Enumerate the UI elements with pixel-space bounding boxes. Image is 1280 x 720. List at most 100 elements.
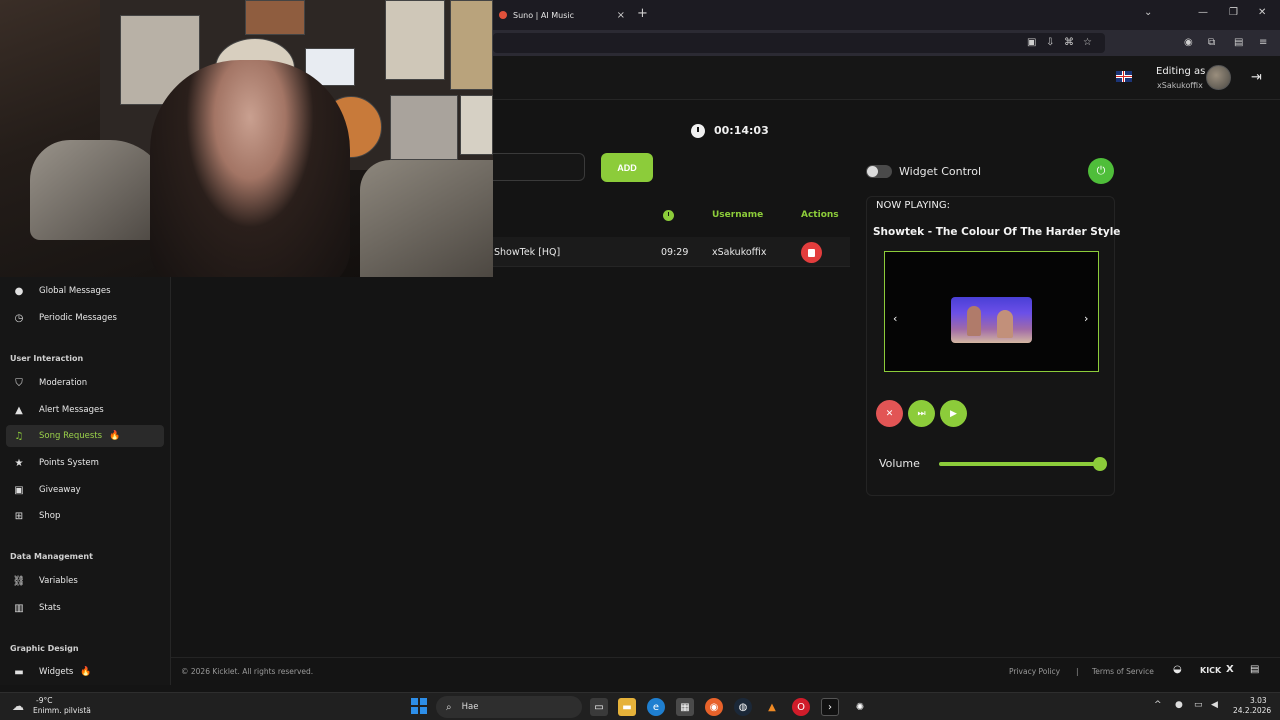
link-icon: ⛓ bbox=[12, 575, 26, 587]
chat-bubble-icon: ● bbox=[14, 285, 24, 297]
taskbar-search[interactable]: ⌕ Hae bbox=[436, 696, 582, 718]
restore-window-button[interactable]: ❐ bbox=[1229, 7, 1238, 18]
start-button[interactable] bbox=[411, 698, 427, 714]
taskbar: ☁ -9°C Enimm. pilvistä ⌕ Hae ▭ ▬ e ▦ ◉ ◍… bbox=[0, 692, 1280, 720]
logout-icon[interactable]: ⇥ bbox=[1251, 70, 1262, 85]
sidebar-item-widgets[interactable]: ▬ Widgets 🔥 bbox=[6, 661, 164, 683]
song-title: ShowTek [HQ] bbox=[494, 247, 561, 258]
weather-description: Enimm. pilvistä bbox=[33, 706, 91, 715]
widget-control-label: Widget Control bbox=[899, 165, 981, 178]
sidebar-item-label: Variables bbox=[39, 576, 78, 586]
sidebar-item-song-requests[interactable]: ♫ Song Requests 🔥 bbox=[6, 425, 164, 447]
task-view-icon[interactable]: ▭ bbox=[590, 698, 608, 716]
duration-column-clock-icon bbox=[663, 210, 674, 221]
account-icon[interactable]: ◉ bbox=[1184, 37, 1193, 48]
stop-button[interactable]: ✕ bbox=[876, 400, 903, 427]
sidebar-item-giveaway[interactable]: ▣ Giveaway bbox=[6, 479, 164, 501]
menu-icon[interactable]: ≡ bbox=[1259, 37, 1267, 48]
steam-icon[interactable]: ◍ bbox=[734, 698, 752, 716]
terms-of-service-link[interactable]: Terms of Service bbox=[1092, 667, 1154, 676]
close-window-button[interactable]: ✕ bbox=[1258, 7, 1266, 18]
play-button[interactable]: ▶ bbox=[940, 400, 967, 427]
volume-icon[interactable]: ◀ bbox=[1211, 700, 1218, 710]
weather-temperature: -9°C bbox=[36, 696, 53, 705]
store-icon[interactable]: ▦ bbox=[676, 698, 694, 716]
bookmark-star-icon[interactable]: ☆ bbox=[1083, 37, 1092, 48]
clock-icon bbox=[691, 124, 705, 138]
minimize-window-button[interactable]: — bbox=[1198, 7, 1208, 18]
webcam-poster bbox=[390, 95, 458, 160]
power-button[interactable]: ⏻ bbox=[1088, 158, 1114, 184]
tab-close-icon[interactable]: × bbox=[617, 10, 625, 21]
delete-song-button[interactable] bbox=[801, 242, 822, 263]
sidebar-item-moderation[interactable]: ⛉ Moderation bbox=[6, 372, 164, 394]
next-video-icon[interactable]: › bbox=[1084, 312, 1088, 325]
sidebar-item-stats[interactable]: ▥ Stats bbox=[6, 597, 164, 619]
sidebar-item-label: Moderation bbox=[39, 378, 88, 388]
firefox-icon[interactable]: ◉ bbox=[705, 698, 723, 716]
previous-video-icon[interactable]: ‹ bbox=[893, 312, 897, 325]
song-requester: xSakukoffix bbox=[712, 247, 767, 258]
sidebar-item-periodic-messages[interactable]: ◷ Periodic Messages bbox=[6, 307, 164, 329]
volume-fill bbox=[939, 462, 1101, 466]
sidebar-section-data-management: Data Management bbox=[10, 552, 93, 561]
sidebar-item-label: Global Messages bbox=[39, 286, 111, 296]
clock-icon: ◷ bbox=[14, 312, 24, 324]
search-placeholder: Hae bbox=[461, 702, 479, 712]
column-header-actions: Actions bbox=[801, 210, 839, 220]
browser-tab[interactable]: Suno | AI Music × bbox=[493, 4, 631, 26]
screenshot-icon[interactable]: ▣ bbox=[1027, 37, 1036, 48]
uk-flag-icon[interactable] bbox=[1116, 71, 1132, 82]
opera-icon[interactable]: O bbox=[792, 698, 810, 716]
song-duration: 09:29 bbox=[661, 247, 689, 258]
close-circle-icon: ✕ bbox=[885, 408, 894, 419]
now-playing-label: NOW PLAYING: bbox=[876, 200, 950, 211]
sidebar-item-global-messages[interactable]: ● Global Messages bbox=[6, 280, 164, 302]
sidebar-section-graphic-design: Graphic Design bbox=[10, 644, 79, 653]
file-explorer-icon[interactable]: ▬ bbox=[618, 698, 636, 716]
tab-list-dropdown-icon[interactable]: ⌄ bbox=[1144, 7, 1152, 18]
gift-icon: ▣ bbox=[14, 484, 24, 496]
download-icon[interactable]: ⇩ bbox=[1046, 37, 1054, 48]
sidebar-item-alert-messages[interactable]: ▲ Alert Messages bbox=[6, 399, 164, 421]
webcam-poster bbox=[450, 0, 493, 90]
add-song-button[interactable]: ADD bbox=[601, 153, 653, 182]
edge-icon[interactable]: e bbox=[647, 698, 665, 716]
avatar[interactable] bbox=[1206, 65, 1231, 90]
discord-icon[interactable]: ◒ bbox=[1173, 664, 1182, 675]
column-header-username: Username bbox=[712, 210, 764, 220]
volume-label: Volume bbox=[879, 457, 920, 470]
screen: Suno | AI Music × + ⌄ — ❐ ✕ ▣ ⇩ ⌘ ☆ ◉ ⧉ … bbox=[0, 0, 1280, 720]
warning-icon: ▲ bbox=[15, 404, 23, 416]
microphone-icon[interactable]: ● bbox=[1175, 700, 1183, 710]
sidebar-item-label: Widgets bbox=[39, 667, 74, 677]
translate-icon[interactable]: ⌘ bbox=[1064, 37, 1074, 48]
now-playing-title: Showtek - The Colour Of The Harder Style bbox=[873, 226, 1121, 238]
taskbar-date: 24.2.2026 bbox=[1233, 706, 1272, 715]
sidebar-item-shop[interactable]: ⊞ Shop bbox=[6, 505, 164, 527]
taskbar-time: 3.03 bbox=[1250, 696, 1267, 705]
x-icon[interactable]: X bbox=[1226, 664, 1234, 675]
footer: © 2026 Kicklet. All rights reserved. Pri… bbox=[171, 657, 1280, 685]
vlc-icon[interactable]: ▲ bbox=[763, 698, 781, 716]
weather-icon[interactable]: ☁ bbox=[12, 699, 24, 713]
sidebar-item-points-system[interactable]: ★ Points System bbox=[6, 452, 164, 474]
webcam-person bbox=[150, 60, 350, 277]
privacy-policy-link[interactable]: Privacy Policy bbox=[1009, 667, 1060, 676]
skip-button[interactable]: ⏭ bbox=[908, 400, 935, 427]
network-icon[interactable]: ▭ bbox=[1194, 700, 1203, 710]
chatgpt-icon[interactable]: ✺ bbox=[851, 698, 869, 716]
extension-badge-icon[interactable]: ▤ bbox=[1234, 37, 1243, 48]
sidebar-item-variables[interactable]: ⛓ Variables bbox=[6, 570, 164, 592]
new-tab-button[interactable]: + bbox=[637, 6, 648, 21]
suno-favicon-icon bbox=[499, 11, 507, 19]
monitor-icon: ▬ bbox=[14, 666, 24, 678]
widget-control-toggle[interactable] bbox=[866, 165, 892, 178]
kick-icon[interactable]: KICK bbox=[1200, 666, 1221, 675]
extensions-icon[interactable]: ⧉ bbox=[1208, 37, 1215, 48]
url-field[interactable] bbox=[493, 33, 1105, 53]
document-icon[interactable]: ▤ bbox=[1250, 664, 1259, 675]
terminal-icon[interactable]: › bbox=[821, 698, 839, 716]
tray-overflow-icon[interactable]: ^ bbox=[1154, 700, 1162, 710]
volume-slider[interactable] bbox=[939, 457, 1108, 471]
